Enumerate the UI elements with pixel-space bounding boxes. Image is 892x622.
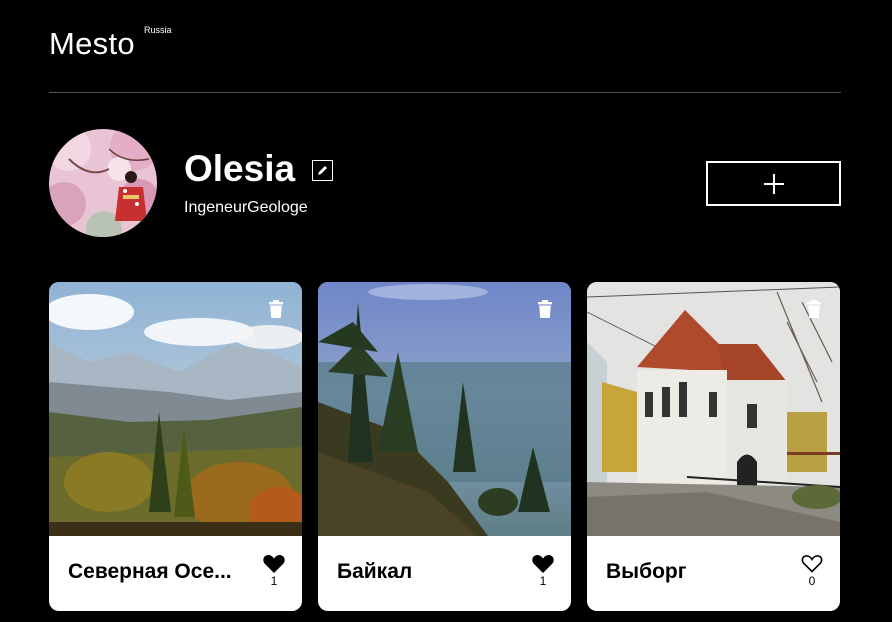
card: Байкал 1 — [318, 282, 571, 611]
card-title: Байкал — [337, 560, 413, 583]
card-image[interactable] — [587, 282, 840, 536]
logo-superscript: Russia — [144, 25, 172, 35]
like-group: 0 — [801, 554, 823, 588]
card-image[interactable] — [318, 282, 571, 536]
plus-icon — [763, 173, 784, 194]
avatar-image — [49, 129, 157, 237]
card-image[interactable] — [49, 282, 302, 536]
like-group: 1 — [263, 554, 285, 588]
logo[interactable]: Mesto — [49, 26, 135, 62]
profile: Olesia IngeneurGeologe — [49, 129, 841, 237]
delete-card-button[interactable] — [536, 300, 554, 318]
like-count: 1 — [270, 574, 278, 588]
like-button[interactable] — [532, 554, 554, 573]
card-title: Северная Осе... — [68, 560, 232, 583]
header: Mesto Russia — [49, 0, 841, 93]
delete-card-button[interactable] — [805, 300, 823, 318]
like-count: 0 — [808, 574, 816, 588]
add-card-button[interactable] — [706, 161, 841, 206]
profile-name: Olesia — [184, 148, 296, 189]
like-button[interactable] — [801, 554, 823, 573]
like-group: 1 — [532, 554, 554, 588]
card: Северная Осе... 1 — [49, 282, 302, 611]
edit-profile-button[interactable] — [312, 160, 333, 181]
card-grid: Северная Осе... 1 Байкал 1 Выборг 0 — [49, 282, 841, 622]
card-title: Выборг — [606, 560, 687, 583]
pencil-icon — [318, 166, 327, 175]
avatar[interactable] — [49, 129, 157, 237]
like-count: 1 — [539, 574, 547, 588]
like-button[interactable] — [263, 554, 285, 573]
card: Выборг 0 — [587, 282, 840, 611]
profile-about: IngeneurGeologe — [184, 199, 308, 216]
delete-card-button[interactable] — [267, 300, 285, 318]
